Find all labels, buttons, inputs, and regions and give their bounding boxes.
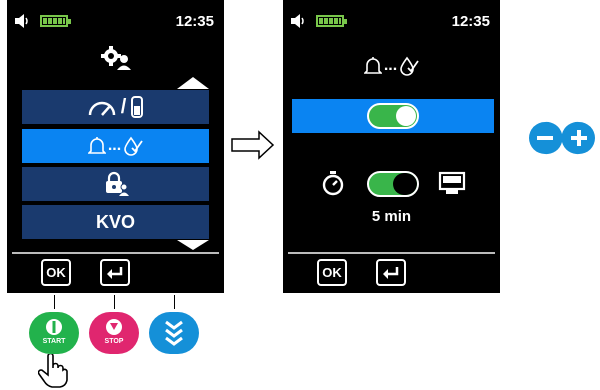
divider <box>12 252 219 254</box>
connector-line <box>114 295 115 309</box>
speaker-icon <box>15 14 28 28</box>
menu-item-rate-volume[interactable]: / <box>22 90 209 124</box>
ok-button[interactable]: OK <box>317 259 347 286</box>
start-label: START <box>42 338 66 345</box>
battery-icon <box>316 15 347 27</box>
bell-icon <box>87 137 106 154</box>
vial-icon <box>131 96 144 118</box>
gears-user-icon <box>101 46 131 70</box>
timer-toggle[interactable] <box>367 171 419 197</box>
scroll-down-button[interactable] <box>149 312 199 354</box>
arrow-right-icon <box>231 130 275 160</box>
drop-check-icon <box>124 136 143 156</box>
header-label: ... <box>383 57 398 74</box>
ok-button[interactable]: OK <box>41 259 71 286</box>
display-icon <box>438 171 466 194</box>
menu-item-kvo[interactable]: KVO <box>22 205 209 239</box>
alarm-toggle[interactable] <box>367 103 419 129</box>
connector-line <box>54 295 55 309</box>
menu-item-lock[interactable] <box>22 167 209 201</box>
chevrons-down-icon <box>165 320 183 346</box>
battery-icon <box>40 15 71 27</box>
screen-header: ... <box>283 56 500 76</box>
menu-item-alarm-settings[interactable]: ... <box>22 129 209 163</box>
start-icon <box>46 319 62 335</box>
enter-button[interactable] <box>100 259 130 286</box>
clock: 12:35 <box>451 13 490 30</box>
enter-button[interactable] <box>376 259 406 286</box>
selected-row[interactable] <box>292 99 494 133</box>
menu-item-label: KVO <box>95 211 135 232</box>
enter-icon <box>383 266 399 279</box>
gauge-icon <box>88 101 115 116</box>
menu-item-label: / <box>120 95 127 118</box>
scroll-down-arrow[interactable] <box>177 240 209 250</box>
stopwatch-icon <box>322 171 344 196</box>
stop-label: STOP <box>104 338 124 345</box>
status-bar: 12:35 <box>7 0 224 40</box>
divider <box>288 252 495 254</box>
enter-icon <box>107 266 123 279</box>
start-button[interactable]: START <box>29 312 79 354</box>
drop-check-icon <box>400 56 419 76</box>
scroll-up-arrow[interactable] <box>177 77 209 89</box>
lock-user-icon <box>105 171 129 196</box>
hand-pointer-icon <box>38 354 68 388</box>
pump-screen-menu: 12:35 / ... KVO OK <box>7 0 224 293</box>
connector-line <box>174 295 175 309</box>
minus-plus-icon[interactable] <box>527 120 597 156</box>
bell-icon <box>363 57 382 74</box>
stop-button[interactable]: STOP <box>89 312 139 354</box>
status-bar: 12:35 <box>283 0 500 40</box>
speaker-icon <box>291 14 304 28</box>
clock: 12:35 <box>175 13 214 30</box>
stop-icon <box>106 319 122 335</box>
pump-screen-alarm-settings: 12:35 ... 5 min OK <box>283 0 500 293</box>
timer-value: 5 min <box>371 208 412 225</box>
menu-item-label: ... <box>107 137 122 154</box>
